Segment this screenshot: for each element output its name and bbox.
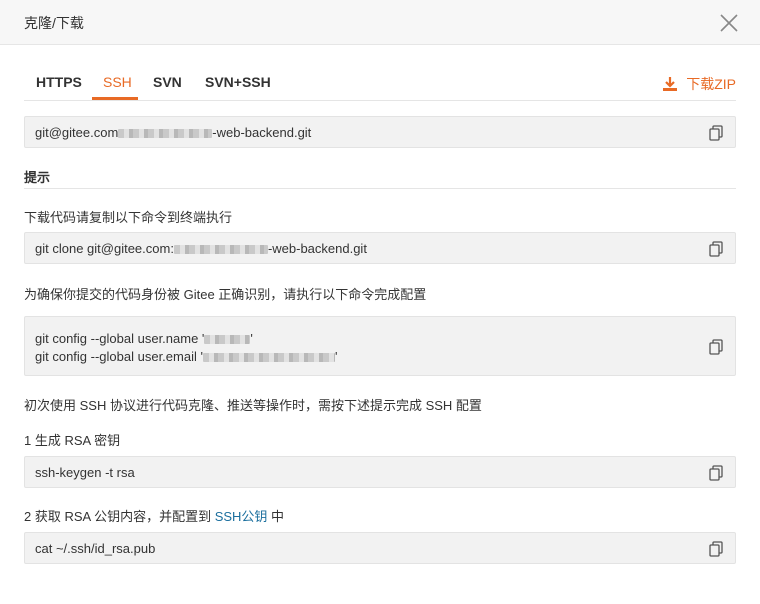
clone-command-box[interactable]: git clone git@gitee.com: -web-backend.git [24, 232, 736, 264]
redacted-username [118, 129, 213, 139]
clone-command-text: git clone git@gitee.com: -web-backend.git [35, 241, 367, 256]
redacted-name [204, 335, 251, 345]
keygen-command-text: ssh-keygen -t rsa [35, 465, 135, 480]
tab-ssh[interactable]: SSH [103, 74, 132, 90]
hints-heading: 提示 [24, 170, 51, 185]
download-icon [663, 77, 678, 91]
ssh-first-use-text: 初次使用 SSH 协议进行代码克隆、推送等操作时，需按下述提示完成 SSH 配置 [24, 398, 482, 413]
tab-https[interactable]: HTTPS [36, 74, 82, 90]
redacted-email [202, 353, 335, 363]
copy-icon[interactable] [709, 125, 723, 141]
divider [24, 188, 736, 189]
git-config-box[interactable]: git config --global user.name ' ' git con… [24, 316, 736, 376]
dialog-title: 克隆/下载 [24, 15, 84, 31]
copy-icon[interactable] [709, 541, 723, 557]
keygen-command-box[interactable]: ssh-keygen -t rsa [24, 456, 736, 488]
download-zip-button[interactable]: 下载ZIP [662, 74, 736, 94]
ssh-key-link[interactable]: SSH公钥 [215, 509, 268, 524]
protocol-tabs: HTTPS SSH SVN SVN+SSH 下载ZIP [24, 66, 736, 101]
repo-url-text: git@gitee.com -web-backend.git [35, 125, 312, 140]
close-icon[interactable] [720, 14, 738, 32]
dialog-header: 克隆/下载 [0, 0, 760, 45]
copy-icon[interactable] [709, 339, 723, 355]
copy-icon[interactable] [709, 241, 723, 257]
tab-svn-ssh[interactable]: SVN+SSH [205, 74, 271, 90]
download-zip-label: 下载ZIP [686, 76, 736, 92]
redacted-path [173, 245, 268, 255]
clone-download-dialog: 克隆/下载 HTTPS SSH SVN SVN+SSH 下载ZIP git@gi… [0, 0, 760, 604]
copy-icon[interactable] [709, 465, 723, 481]
git-config-text: git config --global user.name ' ' git con… [35, 331, 338, 364]
pubkey-command-text: cat ~/.ssh/id_rsa.pub [35, 541, 156, 556]
pubkey-command-box[interactable]: cat ~/.ssh/id_rsa.pub [24, 532, 736, 564]
identity-hint-text: 为确保你提交的代码身份被 Gitee 正确识别，请执行以下命令完成配置 [24, 287, 427, 302]
clone-hint-text: 下载代码请复制以下命令到终端执行 [24, 210, 233, 225]
tab-svn[interactable]: SVN [153, 74, 182, 90]
active-tab-indicator [92, 97, 138, 100]
repo-url-field[interactable]: git@gitee.com -web-backend.git [24, 116, 736, 148]
step1-label: 1 生成 RSA 密钥 [24, 433, 121, 448]
step2-label: 2 获取 RSA 公钥内容，并配置到 SSH公钥 中 [24, 509, 285, 524]
